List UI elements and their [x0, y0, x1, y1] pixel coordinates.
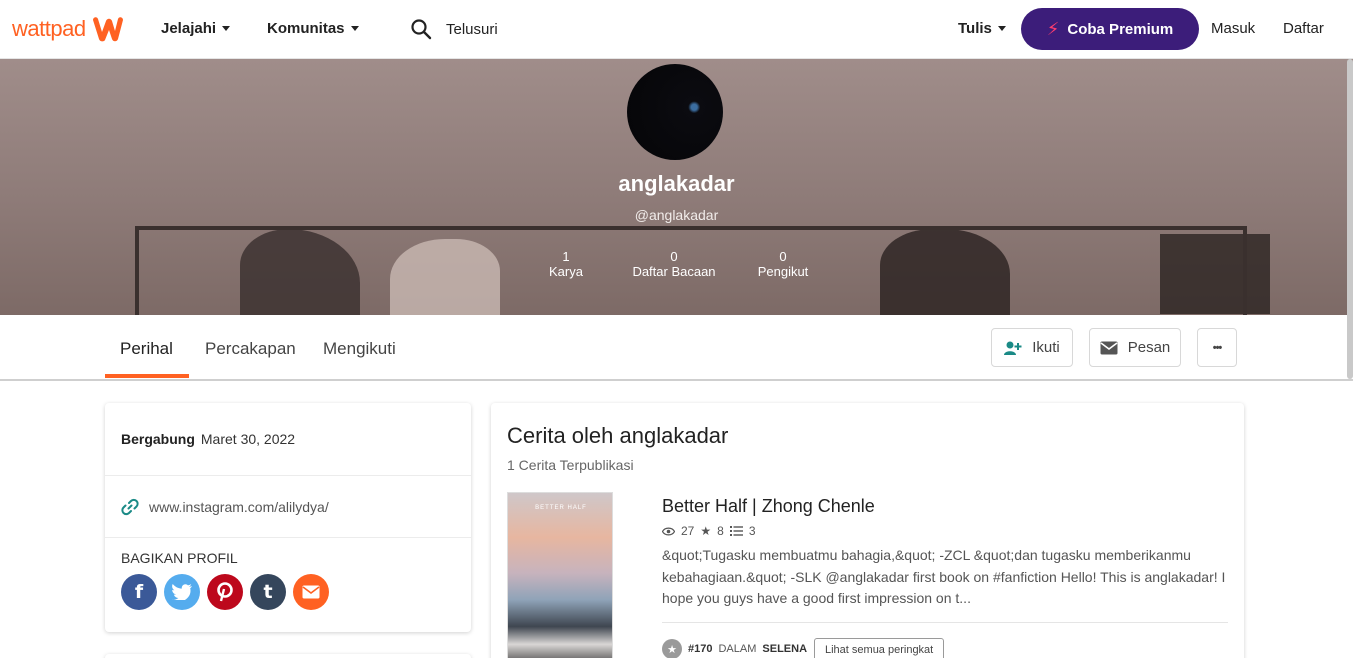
divider	[662, 622, 1228, 623]
search-input[interactable]: Telusuri	[446, 21, 498, 38]
stat-works[interactable]: 1 Karya	[536, 249, 596, 279]
write-menu[interactable]: Tulis	[958, 20, 1006, 37]
eye-icon	[662, 527, 675, 535]
story-ranking: ★ #170 DALAM SELENA	[662, 639, 807, 658]
top-navbar: wattpad Jelajahi Komunitas Telusuri Tuli…	[0, 0, 1353, 59]
tab-conversations[interactable]: Percakapan	[205, 339, 296, 359]
stat-value: 0	[670, 249, 678, 264]
story-cover-image[interactable]: BETTER HALF	[507, 492, 613, 658]
star-icon: ★	[700, 524, 712, 538]
story-votes: 8	[717, 524, 724, 538]
twitter-icon[interactable]	[164, 574, 200, 610]
pinterest-icon[interactable]	[207, 574, 243, 610]
joined-date: Maret 30, 2022	[200, 431, 296, 447]
explore-label: Jelajahi	[161, 20, 217, 37]
stat-value: 1	[562, 249, 570, 264]
about-card: Bergabung Maret 30, 2022 www.instagram.c…	[105, 403, 471, 632]
more-options-button[interactable]: •••	[1197, 328, 1237, 367]
write-label: Tulis	[958, 20, 992, 37]
rank-in-label: DALAM	[718, 643, 757, 655]
premium-label: Coba Premium	[1067, 20, 1174, 38]
profile-banner: anglakadar @anglakadar 1 Karya 0 Daftar …	[0, 59, 1353, 315]
link-icon	[121, 498, 139, 515]
active-tab-indicator	[105, 374, 189, 378]
profile-display-name: anglakadar	[618, 171, 735, 196]
chevron-down-icon	[350, 26, 359, 31]
message-label: Pesan	[1127, 339, 1171, 356]
stat-label: Karya	[549, 264, 583, 279]
scrollbar[interactable]	[1347, 59, 1353, 379]
tab-following[interactable]: Mengikuti	[323, 339, 396, 359]
search-bar[interactable]: Telusuri	[410, 18, 498, 40]
stat-reading-lists[interactable]: 0 Daftar Bacaan	[624, 249, 724, 279]
website-link[interactable]: www.instagram.com/alilydya/	[149, 499, 329, 515]
avatar	[627, 64, 723, 160]
stat-label: Daftar Bacaan	[632, 264, 716, 279]
envelope-icon	[1100, 341, 1118, 354]
share-buttons: f t	[121, 574, 329, 610]
joined-label: Bergabung	[121, 431, 195, 447]
view-all-rankings-button[interactable]: Lihat semua peringkat	[814, 638, 945, 658]
community-menu[interactable]: Komunitas	[267, 20, 359, 37]
login-label: Masuk	[1211, 20, 1256, 37]
profile-tabs: Perihal Percakapan Mengikuti Ikuti Pesan…	[0, 315, 1353, 381]
rank-number: #170	[688, 643, 713, 655]
explore-menu[interactable]: Jelajahi	[161, 20, 231, 37]
joined-row: Bergabung Maret 30, 2022	[105, 403, 471, 476]
stories-title: Cerita oleh anglakadar	[507, 423, 729, 448]
add-user-icon	[1004, 341, 1022, 355]
stat-followers[interactable]: 0 Pengikut	[748, 249, 818, 279]
lightning-icon: ⚡	[1046, 18, 1060, 39]
stat-value: 0	[779, 249, 787, 264]
tab-about[interactable]: Perihal	[120, 339, 173, 359]
search-icon	[411, 19, 432, 40]
story-reads: 27	[681, 524, 695, 538]
rank-tag: SELENA	[762, 643, 808, 655]
facebook-icon[interactable]: f	[121, 574, 157, 610]
community-label: Komunitas	[267, 20, 345, 37]
stat-label: Pengikut	[757, 264, 809, 279]
login-link[interactable]: Masuk	[1211, 20, 1255, 37]
stories-count: 1 Cerita Terpublikasi	[507, 457, 634, 473]
wattpad-w-icon	[92, 17, 123, 42]
cover-title: BETTER HALF	[535, 505, 587, 511]
story-parts: 3	[748, 524, 756, 538]
share-profile-title: BAGIKAN PROFIL	[121, 550, 238, 566]
chevron-down-icon	[997, 26, 1006, 31]
story-stats: 27 ★ 8 3	[662, 524, 756, 538]
profile-handle: @anglakadar	[634, 207, 719, 223]
story-description: &quot;Tugasku membuatmu bahagia,&quot; -…	[662, 547, 1226, 606]
follow-button[interactable]: Ikuti	[991, 328, 1073, 367]
logo-text: wattpad	[12, 16, 86, 41]
wattpad-logo[interactable]: wattpad	[12, 14, 126, 44]
story-title[interactable]: Better Half | Zhong Chenle	[662, 496, 875, 517]
about-card-secondary	[105, 654, 471, 658]
stories-card: Cerita oleh anglakadar 1 Cerita Terpubli…	[491, 403, 1244, 658]
signup-link[interactable]: Daftar	[1283, 20, 1324, 37]
ranking-star-icon: ★	[662, 639, 682, 658]
email-icon[interactable]	[293, 574, 329, 610]
follow-label: Ikuti	[1032, 339, 1060, 356]
tumblr-icon[interactable]: t	[250, 574, 286, 610]
website-row: www.instagram.com/alilydya/	[105, 476, 471, 538]
list-icon	[729, 526, 743, 536]
signup-label: Daftar	[1283, 20, 1324, 37]
more-icon: •••	[1212, 341, 1223, 354]
message-button[interactable]: Pesan	[1089, 328, 1181, 367]
chevron-down-icon	[222, 26, 231, 31]
try-premium-button[interactable]: ⚡ Coba Premium	[1021, 8, 1199, 50]
